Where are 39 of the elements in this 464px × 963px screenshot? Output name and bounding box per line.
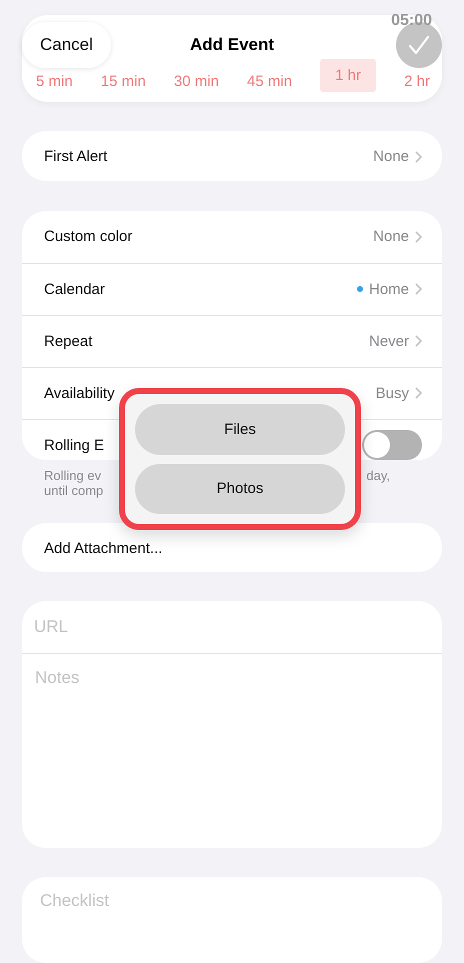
url-field[interactable]: URL bbox=[22, 601, 442, 654]
duration-option[interactable]: 5 min bbox=[36, 70, 73, 92]
chevron-icon bbox=[415, 335, 422, 347]
row-label: Custom color bbox=[44, 228, 132, 245]
row-value: None bbox=[373, 228, 409, 245]
chevron-icon bbox=[415, 283, 422, 295]
row-value: None bbox=[373, 148, 409, 166]
row-value: Home bbox=[368, 280, 409, 298]
duration-option[interactable]: 30 min bbox=[174, 70, 219, 92]
chevron-icon bbox=[415, 230, 422, 242]
row-label: Repeat bbox=[44, 332, 92, 350]
footer-note: Rolling ev bbox=[44, 468, 102, 483]
settings-row[interactable]: Calendar Home bbox=[22, 262, 442, 314]
checklist-field[interactable]: Checklist bbox=[22, 876, 442, 937]
duration-option[interactable]: 1 hr bbox=[320, 58, 376, 92]
time-value: 05:00 bbox=[391, 12, 432, 30]
settings-row[interactable]: Repeat Never bbox=[22, 314, 442, 366]
settings-row[interactable]: Custom color None bbox=[22, 210, 442, 262]
cancel-button[interactable]: Cancel bbox=[22, 22, 111, 68]
duration-option[interactable]: 2 hr bbox=[404, 70, 430, 92]
footer-note: day, bbox=[366, 468, 390, 485]
notes-field[interactable]: Notes bbox=[22, 653, 442, 848]
menu-option[interactable]: Photos bbox=[135, 464, 345, 514]
row-label: Availability bbox=[44, 384, 115, 402]
footer-note: until comp bbox=[44, 482, 104, 498]
row-label: First Alert bbox=[44, 148, 108, 166]
checkmark-icon bbox=[408, 35, 430, 55]
row-label: Rolling E bbox=[44, 436, 104, 454]
toggle-switch[interactable] bbox=[362, 430, 422, 460]
screen-title: Add Event bbox=[190, 35, 274, 55]
row-value: Never bbox=[368, 332, 409, 350]
duration-option[interactable]: 45 min bbox=[247, 70, 292, 92]
duration-option[interactable]: 15 min bbox=[100, 70, 146, 92]
menu-option[interactable]: Files bbox=[135, 404, 345, 454]
row-label: Calendar bbox=[44, 280, 105, 298]
chevron-icon bbox=[415, 387, 422, 399]
row-value: Busy bbox=[376, 384, 409, 402]
row-label: Add Attachment... bbox=[44, 540, 162, 558]
chevron-icon bbox=[415, 150, 422, 163]
